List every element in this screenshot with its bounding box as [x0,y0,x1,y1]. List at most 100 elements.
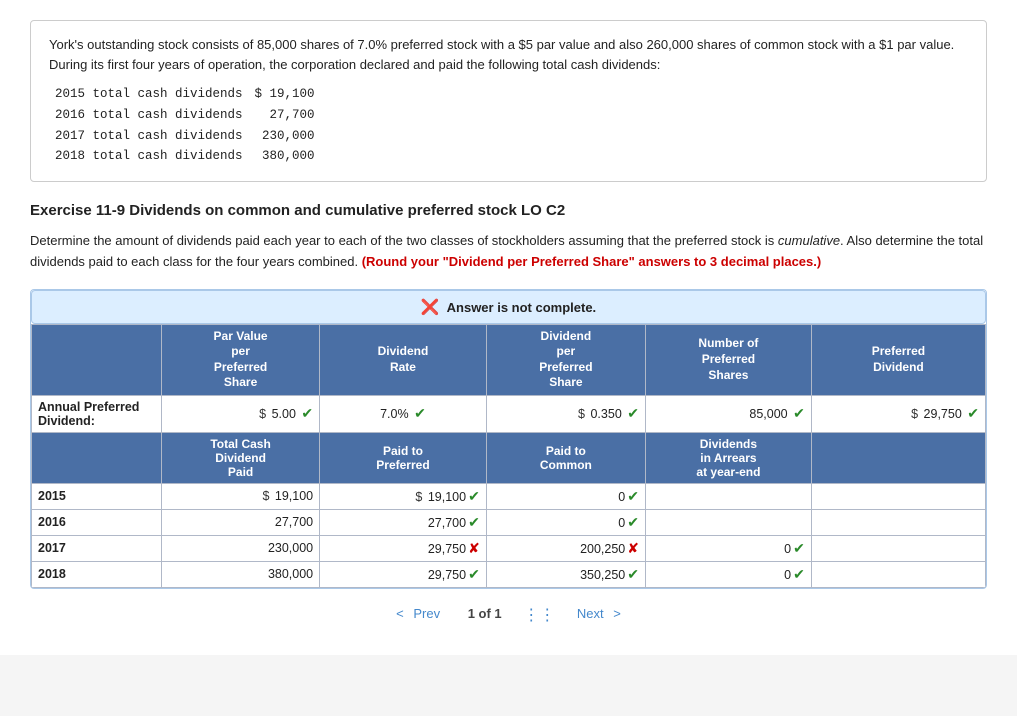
check-green-icon: ✔ [468,488,480,504]
dollar-dps: $ [578,407,585,421]
paid-common-cell[interactable]: 350,250✔ [486,561,645,587]
arrears-cell[interactable]: 0✔ [645,535,811,561]
par-value-cell[interactable]: $ 5.00 ✔ [162,395,320,432]
div-amount: 230,000 [249,126,321,147]
section2-header-row: Total CashDividendPaid Paid toPreferred … [32,432,986,483]
paid-common-cell[interactable]: 0✔ [486,509,645,535]
dividend-rate-val: 7.0% [380,407,409,421]
pd-check-icon: ✔ [967,405,979,421]
div-amount: 380,000 [249,146,321,167]
empty-cell [811,483,985,509]
year-data-row: 2017 230,000 29,750✘ 200,250✘ 0✔ [32,535,986,561]
empty-cell [811,561,985,587]
year-label: 2017 [32,535,162,561]
dividend-row: 2016 total cash dividends27,700 [49,105,321,126]
grid-icon[interactable]: ⋮⋮ [523,607,555,624]
th-num-preferred-shares: Number ofPreferredShares [645,324,811,395]
dividend-table: 2015 total cash dividends$ 19,1002016 to… [49,84,968,167]
num-shares-val: 85,000 [749,407,787,421]
div-year: 2016 total cash dividends [49,105,249,126]
total-cash-cell: 27,700 [162,509,320,535]
arrears-cell[interactable] [645,509,811,535]
dps-cell[interactable]: $ 0.350 ✔ [486,395,645,432]
check-green-icon: ✔ [627,566,639,582]
paid-common-cell[interactable]: 0✔ [486,483,645,509]
header-row-1: Par ValueperPreferredShare DividendRate … [32,324,986,395]
year-data-row: 2015 $ 19,100 $ 19,100✔ 0✔ [32,483,986,509]
answer-table-container: ❌ Answer is not complete. Par ValueperPr… [30,289,987,589]
check-green-icon: ✔ [627,488,639,504]
th-dividend-per-share: DividendperPreferredShare [486,324,645,395]
exercise-title: Exercise 11-9 Dividends on common and cu… [30,202,987,219]
th-preferred-dividend: PreferredDividend [811,324,985,395]
total-cash-cell: 380,000 [162,561,320,587]
dividend-row: 2017 total cash dividends230,000 [49,126,321,147]
banner-text: Answer is not complete. [447,300,597,315]
div-amount: $ 19,100 [249,84,321,105]
dividend-row: 2015 total cash dividends$ 19,100 [49,84,321,105]
page-info: 1 of 1 [462,606,512,621]
arrears-cell[interactable] [645,483,811,509]
total-cash-cell: $ 19,100 [162,483,320,509]
dps-val: 0.350 [590,407,621,421]
annual-preferred-row: Annual PreferredDividend: $ 5.00 ✔ 7.0% … [32,395,986,432]
par-check-icon: ✔ [301,405,313,421]
th2-paid-common: Paid toCommon [486,432,645,483]
th-empty1 [32,324,162,395]
check-green-icon: ✔ [627,514,639,530]
par-value-val: 5.00 [272,407,296,421]
dollar-pref: $ [415,490,422,504]
dollar-pd: $ [911,407,918,421]
year-data-row: 2018 380,000 29,750✔ 350,250✔ 0✔ [32,561,986,587]
check-red-icon: ✘ [468,540,480,556]
check-green-icon: ✔ [468,514,480,530]
year-data-row: 2016 27,700 27,700✔ 0✔ [32,509,986,535]
check-green-icon: ✔ [793,540,805,556]
paid-common-cell[interactable]: 200,250✘ [486,535,645,561]
instructions: Determine the amount of dividends paid e… [30,231,987,273]
empty-cell [811,535,985,561]
pagination: < Prev 1 of 1 ⋮⋮ Next > [30,605,987,625]
answer-banner: ❌ Answer is not complete. [31,290,986,324]
next-button[interactable]: Next > [571,606,621,621]
dps-check-icon: ✔ [627,405,639,421]
paid-preferred-cell[interactable]: 29,750✘ [320,535,487,561]
preferred-dividend-cell[interactable]: $ 29,750 ✔ [811,395,985,432]
dividend-row: 2018 total cash dividends380,000 [49,146,321,167]
total-cash-cell: 230,000 [162,535,320,561]
th2-paid-preferred: Paid toPreferred [320,432,487,483]
th2-total-cash: Total CashDividendPaid [162,432,320,483]
rate-check-icon: ✔ [414,405,426,421]
div-year: 2018 total cash dividends [49,146,249,167]
th2-empty [32,432,162,483]
problem-text: York's outstanding stock consists of 85,… [49,35,968,74]
dollar-total: $ [262,489,269,503]
answer-table: Par ValueperPreferredShare DividendRate … [31,324,986,588]
dollar-par: $ [259,407,266,421]
check-green-icon: ✔ [793,566,805,582]
th-dividend-rate: DividendRate [320,324,487,395]
empty-cell [811,509,985,535]
pd-val: 29,750 [924,407,962,421]
problem-box: York's outstanding stock consists of 85,… [30,20,987,182]
div-amount: 27,700 [249,105,321,126]
div-year: 2017 total cash dividends [49,126,249,147]
ns-check-icon: ✔ [793,405,805,421]
paid-preferred-cell[interactable]: 29,750✔ [320,561,487,587]
year-label: 2018 [32,561,162,587]
dividend-rate-cell[interactable]: 7.0% ✔ [320,395,487,432]
th-par-value: Par ValueperPreferredShare [162,324,320,395]
prev-button[interactable]: < Prev [396,606,446,621]
arrears-cell[interactable]: 0✔ [645,561,811,587]
paid-preferred-cell[interactable]: 27,700✔ [320,509,487,535]
paid-preferred-cell[interactable]: $ 19,100✔ [320,483,487,509]
instructions-italic: cumulative [778,233,840,248]
th2-dividends-arrears: Dividendsin Arrearsat year-end [645,432,811,483]
div-year: 2015 total cash dividends [49,84,249,105]
instructions-red: (Round your "Dividend per Preferred Shar… [362,254,822,269]
th2-empty2 [811,432,985,483]
x-icon: ❌ [421,299,440,316]
num-shares-cell[interactable]: 85,000 ✔ [645,395,811,432]
year-label: 2016 [32,509,162,535]
year-label: 2015 [32,483,162,509]
